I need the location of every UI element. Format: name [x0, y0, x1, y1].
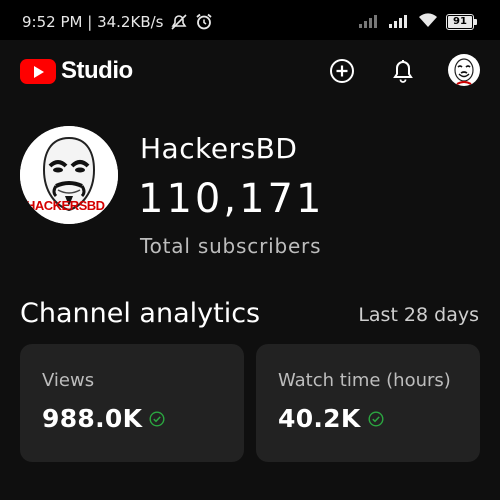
account-avatar[interactable]: [448, 54, 480, 86]
views-card[interactable]: Views 988.0K: [20, 344, 244, 462]
status-separator: |: [87, 13, 93, 31]
channel-name: HackersBD: [140, 132, 298, 165]
channel-avatar[interactable]: HACKERSBD: [20, 126, 118, 224]
plus-circle-icon: [330, 59, 354, 83]
mask-avatar-icon: [454, 58, 474, 85]
status-bar: 9:52 PM | 34.2KB/s 91: [0, 0, 500, 40]
watch-time-value: 40.2K: [278, 404, 361, 433]
studio-app: Studio HACKERSBD HackersBD 110,171 Total…: [0, 40, 500, 500]
signal-icon: [388, 13, 410, 32]
wifi-icon: [418, 12, 438, 32]
analytics-period[interactable]: Last 28 days: [358, 304, 479, 326]
status-time: 9:52 PM: [22, 13, 83, 31]
avatar-caption: HACKERSBD: [26, 198, 105, 213]
alarm-icon: [195, 13, 213, 34]
check-circle-icon: [149, 410, 165, 427]
studio-logo[interactable]: Studio: [20, 57, 133, 85]
status-indicators: 91: [358, 12, 478, 32]
card-label: Watch time (hours): [278, 370, 451, 391]
battery-icon: 91: [446, 14, 478, 30]
mute-icon: [170, 14, 188, 34]
views-value: 988.0K: [42, 404, 143, 433]
bell-icon: [393, 60, 413, 83]
logo-text: Studio: [61, 57, 133, 84]
card-value: 988.0K: [42, 404, 165, 433]
card-value: 40.2K: [278, 404, 384, 433]
subscriber-label: Total subscribers: [140, 234, 322, 258]
youtube-play-icon: [20, 58, 56, 84]
analytics-title: Channel analytics: [20, 298, 261, 329]
signal-icon: [358, 13, 380, 32]
watch-time-card[interactable]: Watch time (hours) 40.2K: [256, 344, 480, 462]
subscriber-count: 110,171: [138, 176, 325, 222]
notifications-button[interactable]: [389, 57, 417, 85]
check-circle-icon: [368, 410, 384, 427]
status-speed: 34.2KB/s: [97, 13, 164, 31]
card-label: Views: [42, 370, 95, 391]
battery-level: 91: [453, 16, 467, 27]
create-button[interactable]: [328, 57, 356, 85]
status-text: 9:52 PM | 34.2KB/s: [22, 13, 213, 34]
